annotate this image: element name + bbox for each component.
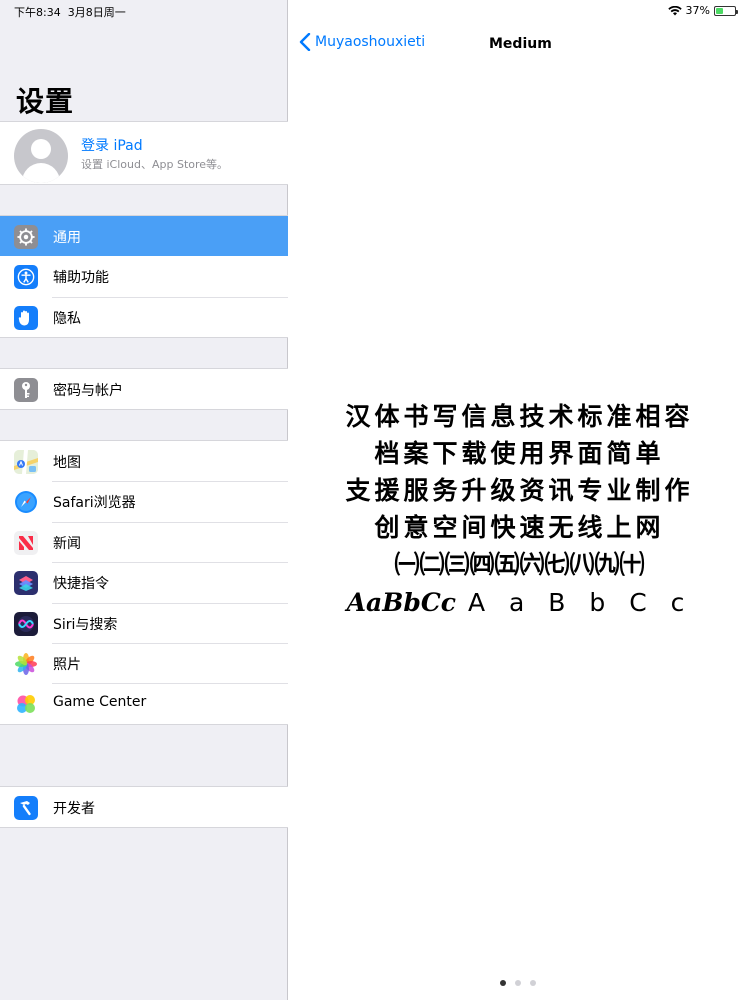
game-center-icon (14, 692, 38, 717)
page-dot (530, 980, 536, 986)
preview-latin-plain: A a B b C c (467, 588, 693, 617)
sidebar-item-label: 隐私 (53, 310, 81, 327)
sidebar-item-accessibility[interactable]: 辅助功能 (0, 256, 288, 296)
date-text: 3月8日周一 (67, 6, 126, 19)
sidebar-item-label: Siri与搜索 (53, 616, 118, 633)
status-time: 下午8:34 3月8日周一 (14, 4, 126, 20)
settings-group-3: 地图 Safari浏览器 新闻 快捷指令 Siri与搜索 照片 Game Cen… (0, 440, 288, 725)
page-dot (500, 980, 506, 986)
preview-line: ㈠㈡㈢㈣㈤㈥㈦㈧㈨㈩ (394, 550, 645, 579)
status-right: 37% (667, 4, 738, 17)
sidebar-item-general[interactable]: 通用 (0, 216, 288, 257)
avatar (14, 129, 68, 183)
preview-line: 档案下载使用界面简单 (374, 439, 665, 468)
sidebar-item-game-center[interactable]: Game Center (0, 683, 288, 723)
sign-in-subtitle: 设置 iCloud、App Store等。 (81, 158, 229, 171)
chevron-left-icon (299, 33, 311, 51)
nav-title: Medium (489, 36, 552, 52)
status-bar: 下午8:34 3月8日周一 37% (0, 0, 750, 22)
battery-fill (716, 7, 723, 14)
sidebar-item-label: 照片 (53, 656, 81, 673)
battery-icon (714, 5, 738, 16)
preview-latin-italic: AaBbCc (346, 588, 456, 617)
sidebar-item-label: 新闻 (53, 535, 81, 552)
sidebar-item-label: 快捷指令 (53, 576, 109, 593)
font-preview: 汉体书写信息技术标准相容 档案下载使用界面简单 支援服务升级资讯专业制作 创意空… (289, 398, 750, 623)
siri-icon (14, 611, 38, 636)
accessibility-icon (14, 265, 38, 290)
sidebar-title: 设置 (16, 85, 75, 118)
sidebar-item-safari[interactable]: Safari浏览器 (0, 481, 288, 521)
sidebar-item-label: Safari浏览器 (53, 495, 136, 512)
sidebar-item-label: 密码与帐户 (53, 383, 123, 399)
sign-in-label: 登录 iPad (81, 138, 143, 154)
sidebar-item-developer[interactable]: 开发者 (0, 787, 288, 827)
settings-group-4: 开发者 (0, 786, 288, 829)
settings-group-1: 通用 辅助功能 隐私 (0, 215, 288, 339)
news-icon (14, 530, 38, 555)
sidebar-item-maps[interactable]: 地图 (0, 441, 288, 481)
preview-line: 创意空间快速无线上网 (374, 513, 665, 542)
gear-icon (14, 225, 38, 249)
sidebar-item-privacy[interactable]: 隐私 (0, 296, 288, 337)
maps-icon (14, 450, 38, 474)
preview-line: 汉体书写信息技术标准相容 (345, 402, 694, 431)
time-text: 下午8:34 (14, 6, 61, 19)
sidebar-item-photos[interactable]: 照片 (0, 642, 288, 683)
sidebar-item-label: 通用 (53, 230, 81, 246)
sidebar-item-news[interactable]: 新闻 (0, 521, 288, 562)
wifi-icon (667, 5, 682, 15)
page-dot (515, 980, 521, 986)
back-label: Muyaoshouxieti (315, 34, 426, 50)
sidebar-item-passwords-accounts[interactable]: 密码与帐户 (0, 369, 288, 409)
key-icon (14, 378, 38, 402)
apple-id-row[interactable]: 登录 iPad 设置 iCloud、App Store等。 (0, 121, 288, 185)
settings-sidebar: 设置 登录 iPad 设置 iCloud、App Store等。 通用 辅助功能… (0, 0, 288, 1000)
sidebar-item-shortcuts[interactable]: 快捷指令 (0, 562, 288, 602)
preview-latin-line: AaBbCc A a B b C c (289, 583, 750, 623)
battery-percent: 37% (685, 4, 710, 17)
sidebar-item-siri-search[interactable]: Siri与搜索 (0, 602, 288, 643)
page-indicator[interactable] (500, 980, 536, 986)
back-button[interactable]: Muyaoshouxieti (299, 33, 425, 51)
sidebar-item-label: 辅助功能 (53, 270, 109, 287)
safari-icon (14, 490, 38, 515)
hammer-icon (14, 796, 38, 820)
photos-icon (14, 651, 38, 676)
sidebar-item-label: 地图 (53, 455, 81, 471)
sidebar-item-label: 开发者 (53, 801, 95, 817)
preview-line: 支援服务升级资讯专业制作 (345, 476, 694, 505)
shortcuts-icon (14, 571, 38, 596)
detail-pane: Muyaoshouxieti Medium 汉体书写信息技术标准相容 档案下载使… (289, 0, 750, 1000)
settings-group-2: 密码与帐户 (0, 368, 288, 411)
sidebar-item-label: Game Center (53, 694, 147, 711)
hand-icon (14, 305, 38, 330)
